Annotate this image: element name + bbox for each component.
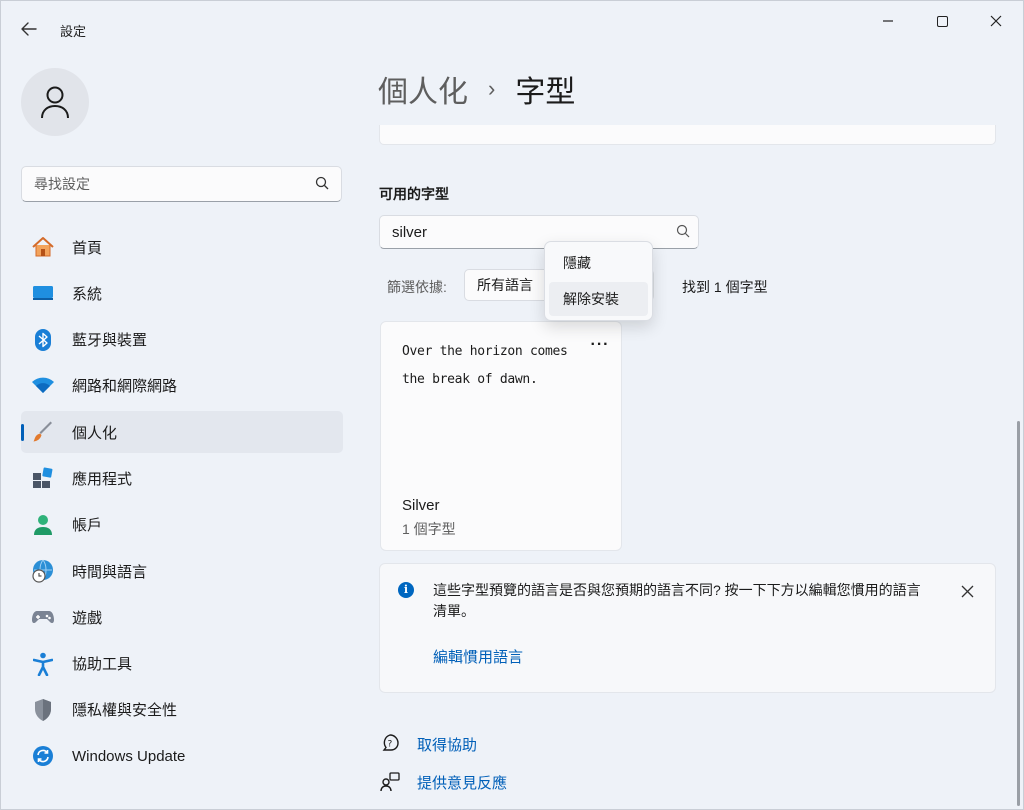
sidebar-item-home[interactable]: 首頁 <box>21 226 343 268</box>
close-icon <box>961 585 973 597</box>
edit-languages-link[interactable]: 編輯慣用語言 <box>433 646 523 667</box>
settings-window: 設定 首頁 系統 <box>0 0 1024 810</box>
feedback-label: 提供意見反應 <box>417 774 508 792</box>
more-options-button[interactable]: ··· <box>587 336 613 358</box>
sidebar-item-accounts[interactable]: 帳戶 <box>21 504 343 546</box>
font-preview: Over the horizon comes the break of dawn… <box>402 338 582 394</box>
breadcrumb: 個人化 › 字型 <box>378 67 575 111</box>
menu-item-uninstall[interactable]: 解除安裝 <box>549 282 648 316</box>
feedback-link[interactable]: 提供意見反應 <box>379 771 507 793</box>
minimize-button[interactable] <box>865 9 911 33</box>
info-icon: i <box>398 582 414 598</box>
preview-line: Over the horizon comes <box>402 344 568 359</box>
brush-icon <box>31 420 55 444</box>
update-icon <box>31 744 55 768</box>
sidebar-item-label: 藍牙與裝置 <box>72 332 148 350</box>
font-name: Silver <box>402 497 440 514</box>
settings-search[interactable] <box>21 166 342 202</box>
app-title: 設定 <box>60 24 87 39</box>
sidebar-item-label: 系統 <box>72 285 103 303</box>
sidebar-item-network[interactable]: 網路和網際網路 <box>21 365 343 407</box>
font-count: 1 個字型 <box>402 521 456 537</box>
back-button[interactable] <box>15 17 43 41</box>
sidebar-item-windows-update[interactable]: Windows Update <box>21 735 343 777</box>
scrollbar[interactable] <box>1017 421 1020 806</box>
bluetooth-icon <box>31 328 55 352</box>
apps-icon <box>31 466 55 490</box>
context-menu: 隱藏 解除安裝 <box>544 241 653 321</box>
filter-label: 篩選依據: <box>387 279 447 295</box>
sidebar-item-label: 隱私權與安全性 <box>72 702 178 720</box>
sidebar-item-system[interactable]: 系統 <box>21 272 343 314</box>
section-title: 可用的字型 <box>379 186 449 202</box>
title-bar: 設定 <box>1 1 1023 57</box>
sidebar-item-label: 遊戲 <box>72 609 103 627</box>
gaming-icon <box>31 605 55 629</box>
sidebar-item-personalization[interactable]: 個人化 <box>21 411 343 454</box>
system-icon <box>31 281 55 305</box>
user-icon <box>41 86 69 119</box>
sidebar-item-apps[interactable]: 應用程式 <box>21 457 343 499</box>
breadcrumb-separator: › <box>488 76 496 101</box>
page-title: 字型 <box>515 76 576 109</box>
sidebar-item-label: 時間與語言 <box>72 563 148 581</box>
filter-selected-value: 所有語言 <box>477 277 533 293</box>
help-icon: ? <box>379 733 401 755</box>
account-icon <box>31 513 55 537</box>
search-icon <box>676 224 690 238</box>
info-bar: i 這些字型預覽的語言是否與您預期的語言不同? 按一下下方以編輯您慣用的語言清單… <box>379 563 996 693</box>
sidebar-item-gaming[interactable]: 遊戲 <box>21 596 343 638</box>
breadcrumb-parent[interactable]: 個人化 <box>378 67 468 111</box>
sidebar-item-bluetooth[interactable]: 藍牙與裝置 <box>21 319 343 361</box>
feedback-icon <box>379 771 401 793</box>
shield-icon <box>31 698 55 722</box>
sidebar-item-label: Windows Update <box>72 747 186 765</box>
sidebar-item-label: 個人化 <box>72 424 118 442</box>
accessibility-icon <box>31 652 55 676</box>
menu-item-hide[interactable]: 隱藏 <box>549 246 648 280</box>
sidebar-item-accessibility[interactable]: 協助工具 <box>21 643 343 685</box>
sidebar-nav: 首頁 系統 藍牙與裝置 網路和網際網路 個人化 應用程式 帳戶 時間與語言 遊戲… <box>21 226 343 782</box>
settings-search-input[interactable] <box>22 167 292 201</box>
sidebar-item-privacy[interactable]: 隱私權與安全性 <box>21 689 343 731</box>
time-language-icon <box>31 559 55 583</box>
avatar[interactable] <box>21 68 89 136</box>
sidebar-item-label: 首頁 <box>72 239 103 257</box>
sidebar-item-label: 帳戶 <box>72 517 103 535</box>
minimize-icon <box>883 20 893 22</box>
font-card[interactable]: Over the horizon comes the break of dawn… <box>380 321 622 551</box>
top-card <box>379 125 996 145</box>
sidebar-item-label: 應用程式 <box>72 470 133 488</box>
info-close-button[interactable] <box>954 578 980 604</box>
wifi-icon <box>31 374 55 398</box>
get-help-label: 取得協助 <box>417 736 478 754</box>
svg-text:?: ? <box>388 740 393 750</box>
back-arrow-icon <box>21 22 37 36</box>
found-count: 找到 1 個字型 <box>682 279 768 295</box>
search-icon <box>315 176 329 190</box>
sidebar-item-time-language[interactable]: 時間與語言 <box>21 550 343 592</box>
close-icon <box>990 15 1002 27</box>
info-message: 這些字型預覽的語言是否與您預期的語言不同? 按一下下方以編輯您慣用的語言清單。 <box>433 582 921 619</box>
sidebar-item-label: 協助工具 <box>72 656 133 674</box>
maximize-icon <box>936 15 948 27</box>
preview-line: the break of dawn. <box>402 372 538 387</box>
home-icon <box>31 235 55 259</box>
get-help-link[interactable]: ? 取得協助 <box>379 733 477 755</box>
close-button[interactable] <box>973 9 1019 33</box>
sidebar-item-label: 網路和網際網路 <box>72 378 178 396</box>
maximize-button[interactable] <box>919 9 965 33</box>
